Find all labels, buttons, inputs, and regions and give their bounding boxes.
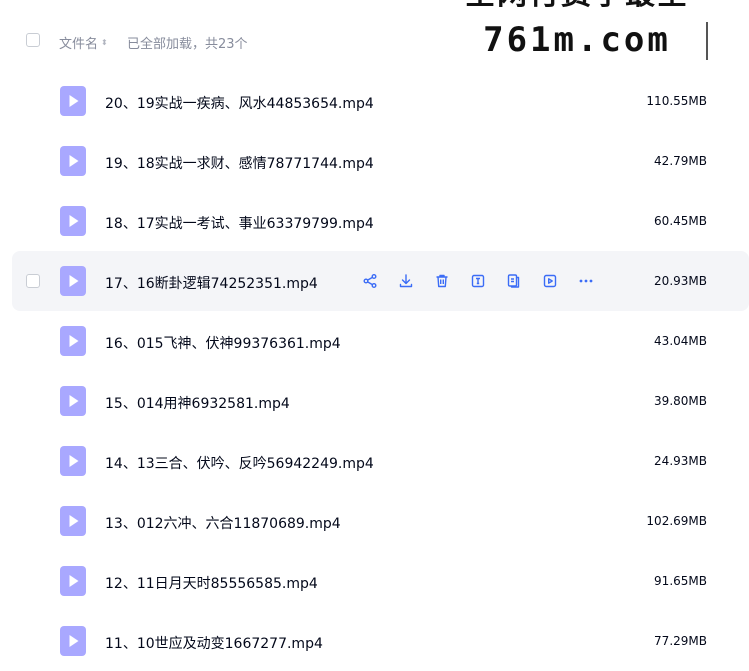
file-name[interactable]: 13、012六冲、六合11870689.mp4 [105, 513, 341, 533]
sort-by-name-button[interactable]: 文件名 ⬍ [59, 33, 108, 52]
file-size: 39.80MB [654, 394, 707, 408]
file-row[interactable]: 12、11日月天时85556585.mp4 91.65MB [0, 551, 749, 611]
file-row[interactable]: 20、19实战一疾病、风水44853654.mp4 110.55MB [0, 71, 749, 131]
file-size: 77.29MB [654, 634, 707, 648]
file-name[interactable]: 17、16断卦逻辑74252351.mp4 [105, 273, 318, 293]
file-row[interactable]: 11、10世应及动变1667277.mp4 77.29MB [0, 611, 749, 671]
video-file-icon [60, 326, 86, 356]
file-size: 110.55MB [646, 94, 707, 108]
file-size: 42.79MB [654, 154, 707, 168]
file-name[interactable]: 16、015飞神、伏神99376361.mp4 [105, 333, 341, 353]
file-name[interactable]: 18、17实战一考试、事业63379799.mp4 [105, 213, 374, 233]
video-file-icon [60, 146, 86, 176]
more-icon[interactable] [568, 268, 604, 294]
download-icon[interactable] [388, 268, 424, 294]
file-row-hovered[interactable]: 17、16断卦逻辑74252351.mp4 20.93MB [0, 251, 749, 311]
file-size: 24.93MB [654, 454, 707, 468]
delete-icon[interactable] [424, 268, 460, 294]
list-header: 文件名 ⬍ 已全部加载，共23个 [0, 0, 749, 80]
select-all-checkbox[interactable] [26, 33, 40, 47]
file-name[interactable]: 19、18实战一求财、感情78771744.mp4 [105, 153, 374, 173]
video-file-icon [60, 266, 86, 296]
file-row[interactable]: 14、13三合、伏吟、反吟56942249.mp4 24.93MB [0, 431, 749, 491]
file-row[interactable]: 15、014用神6932581.mp4 39.80MB [0, 371, 749, 431]
file-name[interactable]: 15、014用神6932581.mp4 [105, 393, 290, 413]
file-size: 43.04MB [654, 334, 707, 348]
video-file-icon [60, 506, 86, 536]
watermark-divider [706, 22, 708, 60]
video-file-icon [60, 86, 86, 116]
file-row[interactable]: 16、015飞神、伏神99376361.mp4 43.04MB [0, 311, 749, 371]
file-size: 91.65MB [654, 574, 707, 588]
video-file-icon [60, 566, 86, 596]
file-row[interactable]: 13、012六冲、六合11870689.mp4 102.69MB [0, 491, 749, 551]
file-name[interactable]: 11、10世应及动变1667277.mp4 [105, 633, 323, 653]
rename-icon[interactable] [460, 268, 496, 294]
row-checkbox[interactable] [26, 274, 40, 288]
sort-label: 文件名 [59, 37, 99, 52]
row-actions [352, 268, 604, 294]
file-row[interactable]: 19、18实战一求财、感情78771744.mp4 42.79MB [0, 131, 749, 191]
file-row[interactable]: 18、17实战一考试、事业63379799.mp4 60.45MB [0, 191, 749, 251]
file-name[interactable]: 14、13三合、伏吟、反吟56942249.mp4 [105, 453, 374, 473]
file-size: 60.45MB [654, 214, 707, 228]
share-icon[interactable] [352, 268, 388, 294]
video-file-icon [60, 626, 86, 656]
file-size: 102.69MB [646, 514, 707, 528]
load-status-text: 已全部加载，共23个 [127, 37, 248, 52]
file-list: 20、19实战一疾病、风水44853654.mp4 110.55MB 19、18… [0, 71, 749, 671]
file-size: 20.93MB [654, 274, 707, 288]
video-file-icon [60, 206, 86, 236]
video-file-icon [60, 446, 86, 476]
video-file-icon [60, 386, 86, 416]
sort-arrows-icon: ⬍ [101, 37, 108, 47]
open-icon[interactable] [532, 268, 568, 294]
file-name[interactable]: 20、19实战一疾病、风水44853654.mp4 [105, 93, 374, 113]
copy-icon[interactable] [496, 268, 532, 294]
file-name[interactable]: 12、11日月天时85556585.mp4 [105, 573, 318, 593]
